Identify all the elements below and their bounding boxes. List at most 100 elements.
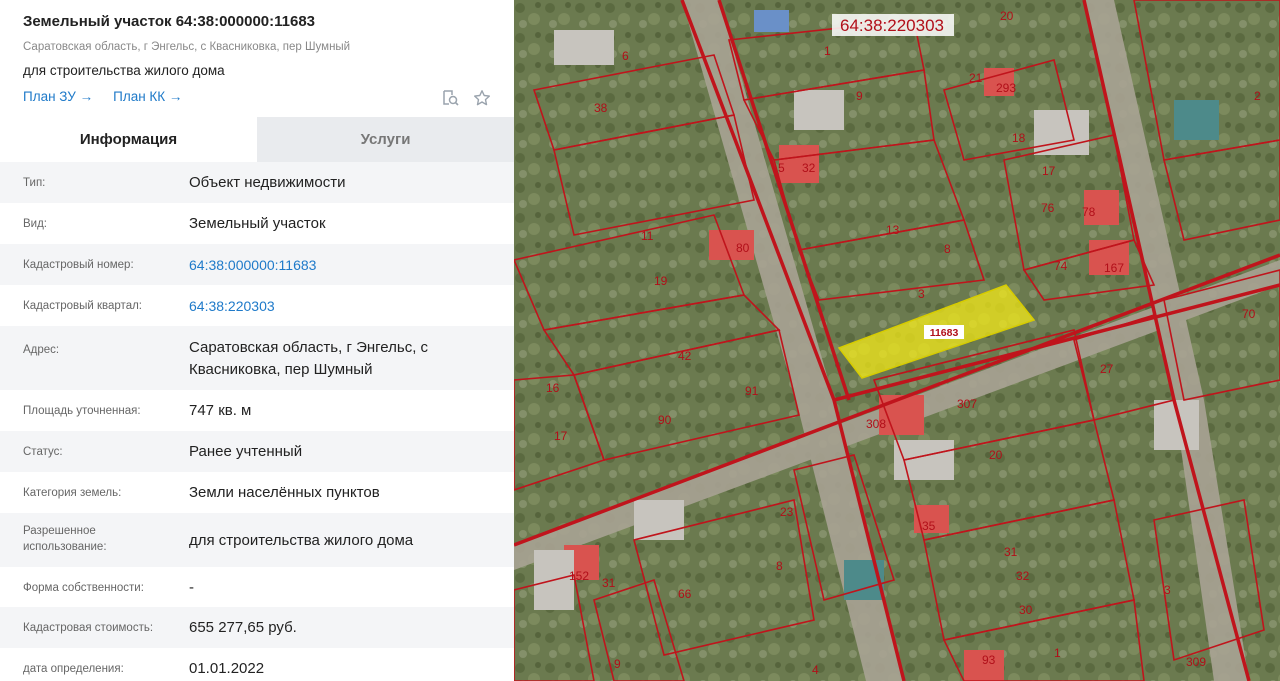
parcel-number: 31 xyxy=(602,576,616,590)
parcel-number: 18 xyxy=(1012,131,1026,145)
parcel-number: 4 xyxy=(812,663,819,677)
row-value: Ранее учтенный xyxy=(189,443,303,460)
cadastral-quarter-link[interactable]: 64:38:220303 xyxy=(189,295,514,317)
parcel-number: 74 xyxy=(1054,259,1068,273)
plan-links: План ЗУ → План КК → xyxy=(23,88,491,106)
row-value: - xyxy=(189,579,194,596)
parcel-number: 31 xyxy=(1004,545,1018,559)
parcel-number: 2 xyxy=(1254,89,1261,103)
row-kind: Вид: Земельный участок xyxy=(0,203,514,244)
row-cadastral-number: Кадастровый номер: 64:38:000000:11683 xyxy=(0,244,514,285)
row-label: Кадастровая стоимость: xyxy=(23,622,154,634)
parcel-number: 70 xyxy=(1242,307,1256,321)
plan-kk-link[interactable]: План КК → xyxy=(113,88,182,106)
row-value: Земли населённых пунктов xyxy=(189,484,380,501)
object-purpose: для строительства жилого дома xyxy=(23,63,225,78)
property-table: Тип: Объект недвижимости Вид: Земельный … xyxy=(0,162,514,681)
parcel-number: 27 xyxy=(1100,362,1114,376)
row-land-category: Категория земель: Земли населённых пункт… xyxy=(0,472,514,513)
parcel-number: 152 xyxy=(569,569,589,583)
cadastral-map[interactable]: 11683 64:38:220303 20 6 1 21 293 2 38 9 … xyxy=(514,0,1280,681)
row-label: Площадь уточненная: xyxy=(23,405,141,417)
parcel-number: 30 xyxy=(1019,603,1033,617)
parcel-number: 8 xyxy=(776,559,783,573)
plan-zu-link[interactable]: План ЗУ → xyxy=(23,88,93,106)
cadastral-number-link[interactable]: 64:38:000000:11683 xyxy=(189,254,514,276)
row-label: Категория земель: xyxy=(23,487,122,499)
parcel-number: 32 xyxy=(1016,569,1030,583)
row-area: Площадь уточненная: 747 кв. м xyxy=(0,390,514,431)
parcel-number: 21 xyxy=(969,71,983,85)
parcel-number: 308 xyxy=(866,417,886,431)
row-label: Кадастровый номер: xyxy=(23,259,134,271)
row-label: Статус: xyxy=(23,446,63,458)
row-address: Адрес: Саратовская область, г Энгельс, с… xyxy=(0,326,514,390)
parcel-number: 93 xyxy=(982,653,996,667)
row-value: Земельный участок xyxy=(189,215,326,232)
tab-bar: Информация Услуги xyxy=(0,117,514,162)
parcel-number: 80 xyxy=(736,241,750,255)
parcel-number: 35 xyxy=(922,519,936,533)
parcel-number: 309 xyxy=(1186,655,1206,669)
parcel-number: 19 xyxy=(654,274,668,288)
parcel-number: 17 xyxy=(1042,164,1056,178)
parcel-number: 38 xyxy=(594,101,608,115)
header-actions xyxy=(440,88,492,108)
parcel-number: 42 xyxy=(678,349,692,363)
row-label: Разрешенное использование: xyxy=(23,525,107,553)
map-canvas[interactable]: 11683 64:38:220303 20 6 1 21 293 2 38 9 … xyxy=(514,0,1280,681)
row-permitted-use: Разрешенное использование: для строитель… xyxy=(0,513,514,567)
row-label: дата определения: xyxy=(23,663,124,675)
parcel-number: 293 xyxy=(996,81,1016,95)
parcel-number: 11 xyxy=(641,229,654,243)
row-label: Тип: xyxy=(23,177,46,189)
row-label: Адрес: xyxy=(23,344,60,356)
object-address: Саратовская область, г Энгельс, с Квасни… xyxy=(23,41,351,53)
parcel-number: 20 xyxy=(1000,9,1014,23)
parcel-number: 9 xyxy=(614,657,621,671)
search-document-icon[interactable] xyxy=(440,88,460,108)
row-cadastral-quarter: Кадастровый квартал: 64:38:220303 xyxy=(0,285,514,326)
tab-information[interactable]: Информация xyxy=(0,117,257,162)
info-panel: Земельный участок 64:38:000000:11683 Сар… xyxy=(0,0,514,681)
row-label: Вид: xyxy=(23,218,47,230)
parcel-number: 307 xyxy=(957,397,977,411)
tab-services[interactable]: Услуги xyxy=(257,117,514,162)
parcel-number: 167 xyxy=(1104,261,1124,275)
parcel-number: 23 xyxy=(780,505,794,519)
selected-parcel-label: 11683 xyxy=(930,327,959,339)
parcel-number: 90 xyxy=(658,413,672,427)
quarter-label: 64:38:220303 xyxy=(840,16,944,35)
row-value: для строительства жилого дома xyxy=(189,532,414,549)
row-value: 747 кв. м xyxy=(189,402,252,419)
parcel-number: 8 xyxy=(944,242,951,256)
parcel-number: 1 xyxy=(824,44,831,58)
star-icon[interactable] xyxy=(472,88,492,108)
parcel-number: 6 xyxy=(622,49,629,63)
parcel-number: 20 xyxy=(989,448,1003,462)
row-value: Объект недвижимости xyxy=(189,174,346,191)
parcel-number: 13 xyxy=(886,223,900,237)
parcel-number: 17 xyxy=(554,429,568,443)
row-valuation-date: дата определения: 01.01.2022 xyxy=(0,648,514,681)
parcel-number: 1 xyxy=(1054,646,1061,660)
parcel-number: 32 xyxy=(802,161,816,175)
row-value: Саратовская область, г Энгельс, с Квасни… xyxy=(189,339,429,378)
row-cadastral-value: Кадастровая стоимость: 655 277,65 руб. xyxy=(0,607,514,648)
object-header: Земельный участок 64:38:000000:11683 Сар… xyxy=(0,0,514,117)
row-status: Статус: Ранее учтенный xyxy=(0,431,514,472)
object-title: Земельный участок 64:38:000000:11683 xyxy=(23,13,316,30)
parcel-number: 76 xyxy=(1041,201,1055,215)
row-label: Кадастровый квартал: xyxy=(23,300,142,312)
parcel-number: 5 xyxy=(778,161,785,175)
row-value: 01.01.2022 xyxy=(189,660,265,677)
parcel-number: 16 xyxy=(546,381,560,395)
parcel-number: 3 xyxy=(1164,583,1171,597)
parcel-number: 91 xyxy=(745,384,759,398)
parcel-number: 78 xyxy=(1082,205,1096,219)
parcel-number: 66 xyxy=(678,587,692,601)
row-label: Форма собственности: xyxy=(23,582,144,594)
row-ownership: Форма собственности: - xyxy=(0,567,514,607)
parcel-number: 9 xyxy=(856,89,863,103)
row-value: 655 277,65 руб. xyxy=(189,619,297,636)
